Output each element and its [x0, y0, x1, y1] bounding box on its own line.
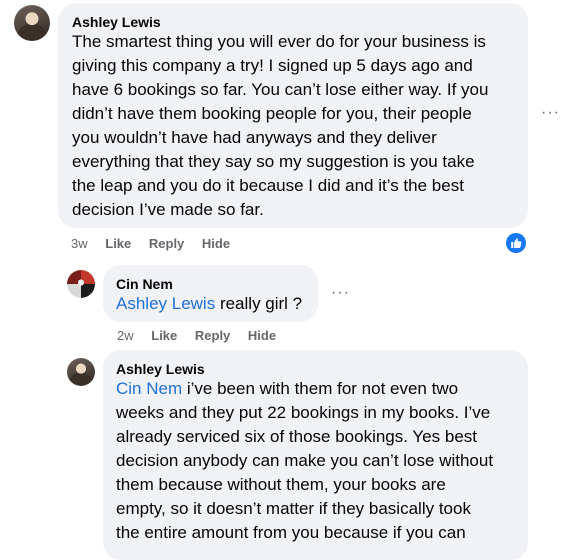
like-button[interactable]: Like	[105, 236, 131, 251]
comment-line: have 6 bookings so far. You can’t lose e…	[72, 80, 489, 99]
reply-line: Cin Nem i’ve been with them for not even…	[116, 377, 493, 401]
comment-author[interactable]: Ashley Lewis	[72, 13, 161, 31]
more-options-icon[interactable]: ···	[331, 284, 350, 302]
reply-button[interactable]: Reply	[149, 236, 184, 251]
reply-bubble: Cin Nem Ashley Lewis really girl ?	[103, 265, 318, 322]
avatar[interactable]	[67, 270, 95, 298]
reply-bubble: Ashley Lewis Cin Nem i’ve been with them…	[103, 350, 528, 560]
reply-line: weeks and they put 22 bookings in my boo…	[116, 403, 491, 422]
like-button[interactable]: Like	[151, 328, 177, 343]
comment-line: decision I’ve made so far.	[72, 200, 264, 219]
reply-text: Ashley Lewis really girl ?	[116, 292, 302, 316]
reply-author[interactable]: Cin Nem	[116, 275, 173, 293]
comment-line: The smartest thing you will ever do for …	[72, 32, 486, 51]
avatar[interactable]	[14, 5, 50, 41]
hide-button[interactable]: Hide	[248, 328, 276, 343]
reply-line: decision anybody can make you can’t lose…	[116, 451, 494, 470]
comment-timestamp[interactable]: 3w	[71, 236, 88, 251]
comment-line: the leap and you do it because I did and…	[72, 176, 464, 195]
reply-timestamp[interactable]: 2w	[117, 328, 134, 343]
more-options-icon[interactable]: ···	[541, 104, 560, 122]
comment-bubble: Ashley Lewis The smartest thing you will…	[58, 3, 528, 228]
reply-line-text: i’ve been with them for not even two	[182, 379, 459, 398]
reply-line: the entire amount from you because if yo…	[116, 523, 466, 542]
comment-actions: 3w Like Reply Hide	[71, 236, 244, 252]
reply-line: already serviced six of those bookings. …	[116, 427, 477, 446]
comment-line: you wouldn’t have had anyways and they d…	[72, 128, 437, 147]
reply-line: empty, so it doesn’t matter if they basi…	[116, 499, 471, 518]
thumbs-up-icon[interactable]	[506, 233, 526, 253]
comment-line: everything that they say so my suggestio…	[72, 152, 475, 171]
mention-link[interactable]: Ashley Lewis	[116, 294, 215, 313]
hide-button[interactable]: Hide	[202, 236, 230, 251]
reply-actions: 2w Like Reply Hide	[117, 328, 290, 344]
reply-line: them because without them, your books ar…	[116, 475, 446, 494]
avatar[interactable]	[67, 358, 95, 386]
reply-text-body: really girl ?	[215, 294, 303, 313]
comment-line: didn’t have them booking people for you,…	[72, 104, 472, 123]
reply-button[interactable]: Reply	[195, 328, 230, 343]
reply-author[interactable]: Ashley Lewis	[116, 360, 205, 378]
comment-line: giving this company a try! I signed up 5…	[72, 56, 473, 75]
comment-text: The smartest thing you will ever do for …	[72, 30, 488, 222]
mention-link[interactable]: Cin Nem	[116, 379, 182, 398]
reply-text: Cin Nem i’ve been with them for not even…	[116, 377, 493, 545]
